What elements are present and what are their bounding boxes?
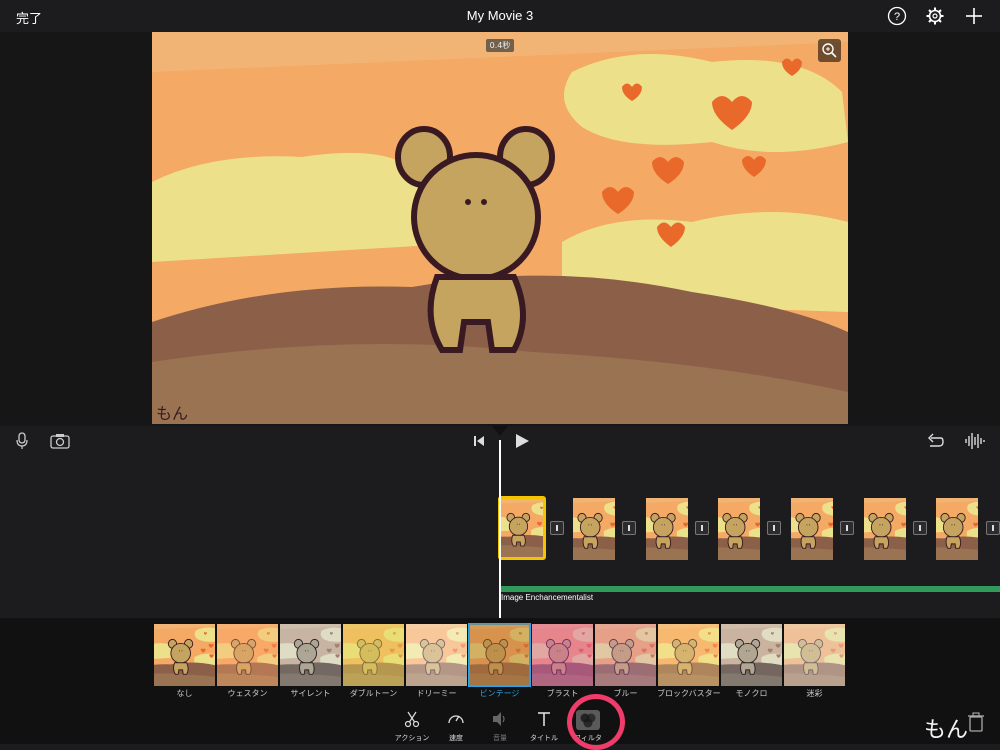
- filter-thumbnail[interactable]: [280, 624, 341, 686]
- speed-label: 速度: [449, 734, 463, 742]
- timeline-clip[interactable]: [864, 498, 906, 560]
- title-label: タイトル: [530, 734, 558, 742]
- filter-thumbnail[interactable]: [595, 624, 656, 686]
- transition-icon[interactable]: [767, 521, 781, 535]
- filter-label: 迷彩: [806, 689, 823, 698]
- filter-label: モノクロ: [735, 689, 768, 698]
- highlight-circle-annotation: [567, 694, 625, 750]
- filter-tint: [280, 624, 341, 686]
- transition-icon[interactable]: [695, 521, 709, 535]
- scissors-icon: [404, 711, 420, 728]
- filter-tint: [217, 624, 278, 686]
- trash-icon[interactable]: [968, 712, 984, 732]
- transition-icon[interactable]: [622, 521, 636, 535]
- clip-thumbnail: [791, 498, 833, 560]
- watermark-signature: もん: [924, 718, 969, 743]
- filter-tint: [658, 624, 719, 686]
- clip-thumbnail: [501, 499, 543, 557]
- clip-thumbnail: [646, 498, 688, 560]
- action-label: アクション: [394, 734, 430, 742]
- clip-thumbnail: [864, 498, 906, 560]
- filter-tint: [343, 624, 404, 686]
- filter-label: サイレント: [290, 689, 331, 698]
- zoom-icon[interactable]: [818, 39, 841, 62]
- transition-icon[interactable]: [913, 521, 927, 535]
- volume-label: 音量: [493, 734, 507, 742]
- skip-to-start-icon[interactable]: [473, 435, 485, 447]
- top-bar: 完了 My Movie 3 ?: [0, 0, 1000, 32]
- preview-frame: [152, 32, 848, 424]
- filter-tint: [721, 624, 782, 686]
- filter-thumbnail[interactable]: [658, 624, 719, 686]
- clip-thumbnail: [573, 498, 615, 560]
- filter-thumbnail[interactable]: [784, 624, 845, 686]
- playhead-marker: [492, 426, 508, 436]
- duration-badge: 0.4秒: [486, 39, 514, 52]
- speed-button[interactable]: 速度: [434, 710, 478, 744]
- filter-thumbnail[interactable]: [532, 624, 593, 686]
- filter-tint: [469, 624, 530, 686]
- filter-thumbnail[interactable]: [343, 624, 404, 686]
- transition-icon[interactable]: [550, 521, 564, 535]
- filter-tint: [784, 624, 845, 686]
- microphone-icon[interactable]: [15, 432, 29, 450]
- filter-tint: [532, 624, 593, 686]
- filter-label: なし: [176, 689, 193, 698]
- filter-label: ビンテージ: [479, 689, 520, 698]
- filter-thumbnail[interactable]: [217, 624, 278, 686]
- timeline-clip[interactable]: [718, 498, 760, 560]
- filter-tint: [595, 624, 656, 686]
- timeline-clip[interactable]: [791, 498, 833, 560]
- playhead-line: [499, 440, 501, 620]
- filter-label: ウェスタン: [227, 689, 268, 698]
- filter-label: ダブルトーン: [349, 689, 398, 698]
- add-icon[interactable]: [964, 6, 984, 26]
- title-icon: [538, 712, 550, 726]
- help-icon[interactable]: ?: [887, 6, 907, 26]
- transition-icon[interactable]: [986, 521, 1000, 535]
- video-preview[interactable]: もん: [152, 32, 848, 424]
- filter-thumbnail[interactable]: [154, 624, 215, 686]
- undo-icon[interactable]: [926, 433, 944, 449]
- volume-button[interactable]: 音量: [478, 710, 522, 744]
- speaker-icon: [493, 712, 505, 726]
- timeline-clip-selected[interactable]: [498, 496, 546, 560]
- preview-signature: もん: [156, 404, 189, 423]
- transition-icon[interactable]: [840, 521, 854, 535]
- clip-thumbnail: [936, 498, 978, 560]
- timeline-clip[interactable]: [936, 498, 978, 560]
- filter-thumbnail[interactable]: [721, 624, 782, 686]
- speedometer-icon: [448, 715, 464, 724]
- camera-icon[interactable]: [50, 433, 70, 449]
- audio-track[interactable]: [501, 586, 1000, 592]
- project-title: My Movie 3: [466, 8, 534, 23]
- filter-thumbnail[interactable]: [406, 624, 467, 686]
- title-button[interactable]: タイトル: [522, 710, 566, 744]
- audio-waveform-icon[interactable]: [964, 432, 986, 450]
- filter-thumbnail[interactable]: [468, 623, 531, 687]
- clip-thumbnail: [718, 498, 760, 560]
- filter-label: ブロックバスター: [657, 689, 721, 698]
- timeline-clip[interactable]: [646, 498, 688, 560]
- play-icon[interactable]: [514, 433, 530, 449]
- timeline-clip[interactable]: [573, 498, 615, 560]
- action-button[interactable]: アクション: [390, 710, 434, 744]
- svg-text:?: ?: [894, 11, 900, 23]
- filter-tint: [406, 624, 467, 686]
- audio-clip-name: Image Enchancementalist: [501, 593, 594, 602]
- filter-label: ドリーミー: [416, 689, 457, 698]
- filter-tint: [154, 624, 215, 686]
- gear-icon[interactable]: [925, 6, 945, 26]
